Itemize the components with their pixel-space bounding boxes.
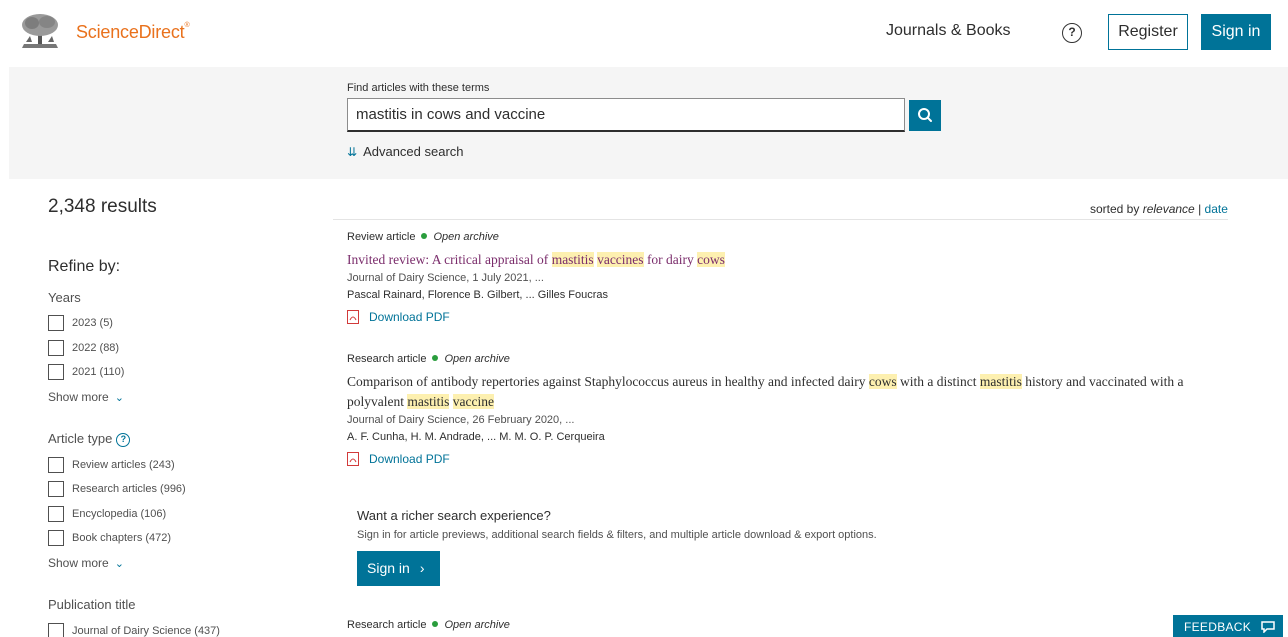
search-button[interactable] — [909, 100, 941, 131]
sort-date-link[interactable]: date — [1205, 202, 1228, 216]
top-header: ScienceDirect® Journals & Books ? Regist… — [0, 0, 1288, 67]
promo-sign-in-button[interactable]: Sign in › — [357, 551, 440, 586]
advanced-search-link[interactable]: ⇊ Advanced search — [347, 144, 464, 159]
open-access-dot-icon — [432, 355, 439, 361]
publication-filter-jds[interactable]: Journal of Dairy Science (437) — [48, 623, 220, 637]
promo-title: Want a richer search experience? — [357, 508, 551, 523]
search-icon — [918, 108, 932, 122]
year-filter-2022[interactable]: 2022 (88) — [48, 340, 119, 356]
open-access-dot-icon — [421, 233, 428, 239]
year-filter-2023[interactable]: 2023 (5) — [48, 315, 113, 331]
checkbox[interactable] — [48, 506, 64, 522]
speech-bubble-icon — [1260, 621, 1275, 634]
feedback-button[interactable]: FEEDBACK — [1173, 615, 1283, 637]
checkbox[interactable] — [48, 315, 64, 331]
result-title-link[interactable]: Comparison of antibody repertories again… — [347, 372, 1237, 412]
years-facet-title: Years — [48, 290, 81, 305]
result-item: Review article Open archive Invited revie… — [347, 231, 1237, 324]
results-count: 2,348 results — [48, 196, 157, 217]
search-input[interactable]: mastitis in cows and vaccine — [347, 98, 905, 132]
type-filter-encyclopedia[interactable]: Encyclopedia (106) — [48, 506, 166, 522]
year-filter-2021[interactable]: 2021 (110) — [48, 364, 124, 380]
result-item: Research article Open archive — [347, 619, 1237, 631]
result-authors: Pascal Rainard, Florence B. Gilbert, ...… — [347, 289, 609, 301]
promo-text: Sign in for article previews, additional… — [357, 529, 877, 541]
elsevier-logo-icon[interactable] — [16, 12, 64, 52]
result-authors: A. F. Cunha, H. M. Andrade, ... M. M. O.… — [347, 431, 605, 443]
type-filter-book-chapters[interactable]: Book chapters (472) — [48, 530, 171, 546]
help-icon[interactable]: ? — [1062, 23, 1082, 43]
result-meta: Research article Open archive — [347, 353, 510, 365]
result-meta: Research article Open archive — [347, 619, 510, 631]
journals-books-link[interactable]: Journals & Books — [886, 22, 1011, 40]
article-type-show-more[interactable]: Show more ⌄ — [48, 556, 124, 570]
publication-facet-title: Publication title — [48, 597, 136, 612]
double-chevron-down-icon: ⇊ — [347, 145, 358, 159]
checkbox[interactable] — [48, 364, 64, 380]
checkbox[interactable] — [48, 481, 64, 497]
result-source: Journal of Dairy Science, 26 February 20… — [347, 414, 575, 426]
type-filter-review[interactable]: Review articles (243) — [48, 457, 175, 473]
checkbox[interactable] — [48, 340, 64, 356]
download-pdf-link[interactable]: Download PDF — [347, 310, 1237, 324]
checkbox[interactable] — [48, 457, 64, 473]
years-show-more[interactable]: Show more ⌄ — [48, 390, 124, 404]
results-divider — [333, 219, 1228, 220]
sort-relevance: relevance — [1142, 202, 1195, 216]
checkbox[interactable] — [48, 623, 64, 637]
sort-options: sorted by relevance | date — [1090, 202, 1228, 216]
register-button[interactable]: Register — [1108, 14, 1188, 50]
sign-in-button[interactable]: Sign in — [1201, 14, 1271, 50]
checkbox[interactable] — [48, 530, 64, 546]
search-label: Find articles with these terms — [347, 82, 490, 94]
chevron-down-icon: ⌄ — [114, 558, 124, 570]
brand-name[interactable]: ScienceDirect® — [76, 22, 190, 43]
type-filter-research[interactable]: Research articles (996) — [48, 481, 186, 497]
result-meta: Review article Open archive — [347, 231, 499, 243]
download-pdf-link[interactable]: Download PDF — [347, 452, 1237, 466]
result-title-link[interactable]: Invited review: A critical appraisal of … — [347, 250, 1237, 270]
open-access-dot-icon — [432, 621, 439, 627]
result-source: Journal of Dairy Science, 1 July 2021, .… — [347, 272, 544, 284]
info-icon[interactable]: ? — [116, 433, 131, 447]
chevron-right-icon: › — [419, 560, 425, 576]
refine-by-heading: Refine by: — [48, 258, 121, 275]
article-type-facet-title: Article type? — [48, 431, 131, 447]
result-item: Research article Open archive Comparison … — [347, 353, 1237, 466]
pdf-icon — [347, 452, 359, 466]
chevron-down-icon: ⌄ — [114, 392, 124, 404]
pdf-icon — [347, 310, 359, 324]
